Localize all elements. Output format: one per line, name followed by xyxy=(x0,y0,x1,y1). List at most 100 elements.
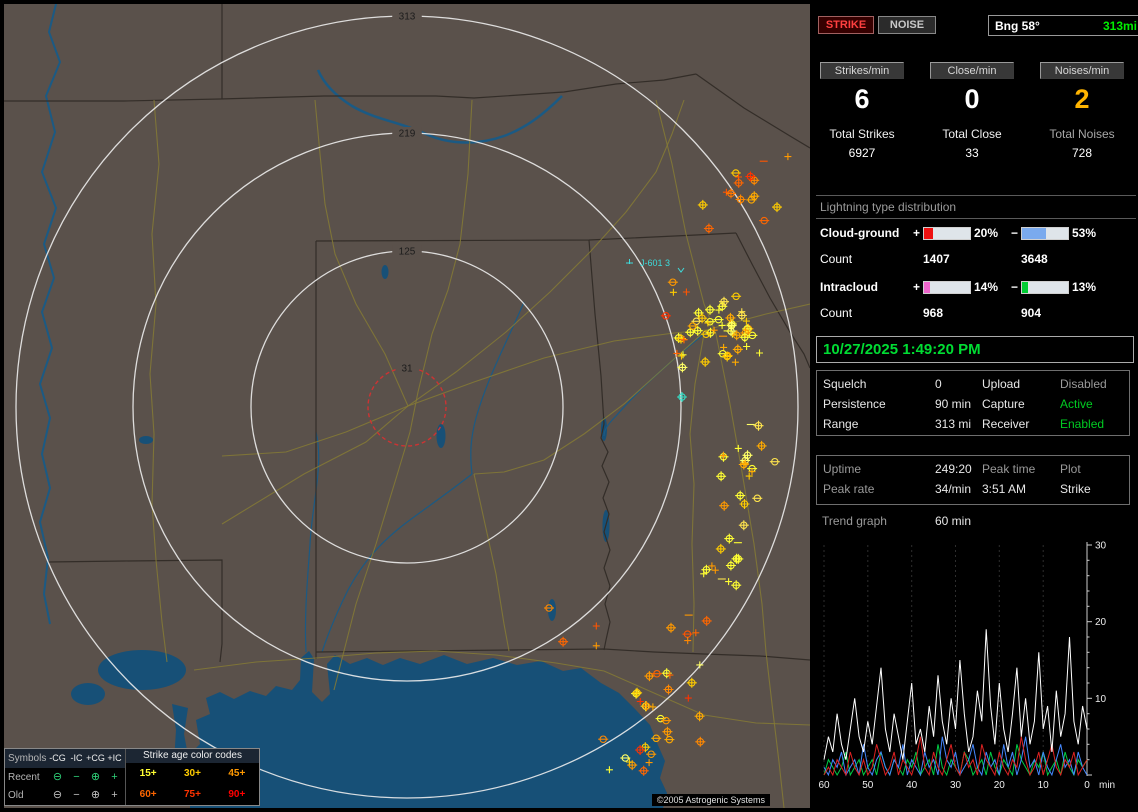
separator xyxy=(816,218,1136,219)
age-code: 15+ xyxy=(139,768,157,779)
positive-count: 1407 xyxy=(923,252,950,266)
stat-cell: 34/min xyxy=(935,482,972,496)
legend-symbol: ⊕ xyxy=(90,770,101,783)
negative-count: 3648 xyxy=(1021,252,1048,266)
copyright: ©2005 Astrogenic Systems xyxy=(651,794,770,806)
control-panel: STRIKE NOISE Bng 58° 313mi Strikes/min 6 T… xyxy=(814,0,1138,812)
water-bodies xyxy=(71,265,667,808)
distribution-type: Cloud-ground xyxy=(820,226,900,240)
legend-row-label: Old xyxy=(8,790,24,802)
svg-text:125: 125 xyxy=(399,247,416,258)
age-code: 90+ xyxy=(228,789,246,800)
app-window: 31 125 219 313 J-601 3 Symbols -CG -IC +CG +IC R… xyxy=(0,0,1138,812)
legend-symbol: ⊖ xyxy=(52,770,63,783)
stats-box: Uptime 249:20 Peak time Plot Peak rate 34/min… xyxy=(816,455,1130,505)
settings-box: Squelch 0 Upload Disabled Persistence 90 min C… xyxy=(816,370,1130,436)
setting-cell: 313 mi xyxy=(935,417,972,431)
svg-text:40: 40 xyxy=(906,780,918,791)
negative-percent: 13% xyxy=(1072,280,1097,294)
positive-percent: 20% xyxy=(974,226,999,240)
rate-column: Close/min 0 Total Close 33 xyxy=(930,62,1014,160)
legend-symbol: − xyxy=(73,789,80,802)
svg-text:313: 313 xyxy=(399,12,416,23)
svg-text:min: min xyxy=(1099,780,1115,791)
stat-cell: 3:51 AM xyxy=(982,482,1027,496)
legend-age-header: Strike age color codes xyxy=(126,749,259,763)
negative-bar xyxy=(1021,281,1069,294)
distribution-title: Lightning type distribution xyxy=(820,200,957,214)
rate-column: Noises/min 2 Total Noises 728 xyxy=(1040,62,1124,160)
stat-cell: 249:20 xyxy=(935,462,972,476)
stat-cell: Uptime xyxy=(823,462,862,476)
negative-percent: 53% xyxy=(1072,226,1097,240)
svg-text:30: 30 xyxy=(1095,541,1107,552)
legend-symbol: + xyxy=(111,770,118,783)
minus-sign: − xyxy=(1011,226,1019,240)
svg-text:J-601 3: J-601 3 xyxy=(640,258,670,268)
legend-symbol-col: -CG xyxy=(49,752,66,763)
age-code: 75+ xyxy=(184,789,201,800)
svg-text:31: 31 xyxy=(401,364,413,375)
age-code: 60+ xyxy=(139,789,157,800)
svg-text:0: 0 xyxy=(1084,780,1090,791)
setting-cell: Active xyxy=(1060,397,1093,411)
positive-percent: 14% xyxy=(974,280,999,294)
legend-symbol: ⊖ xyxy=(52,789,63,802)
count-label: Count xyxy=(820,306,853,320)
setting-cell: Enabled xyxy=(1060,417,1105,431)
svg-text:20: 20 xyxy=(1095,617,1107,628)
rate-column: Strikes/min 6 Total Strikes 6927 xyxy=(820,62,904,160)
svg-text:50: 50 xyxy=(862,780,874,791)
setting-cell: Capture xyxy=(982,397,1025,411)
negative-count: 904 xyxy=(1021,306,1042,320)
svg-text:219: 219 xyxy=(399,129,416,140)
datetime-display: 10/27/2025 1:49:20 PM xyxy=(816,336,1134,363)
age-code: 45+ xyxy=(228,768,246,779)
setting-cell: Range xyxy=(823,417,859,431)
legend-symbols-header: Symbols xyxy=(8,752,47,764)
total-value: 728 xyxy=(1071,146,1093,160)
legend-symbol: + xyxy=(111,789,118,802)
total-value: 33 xyxy=(965,146,979,160)
map-canvas[interactable]: 31 125 219 313 J-601 3 xyxy=(4,4,810,808)
setting-cell: Squelch xyxy=(823,377,867,391)
separator xyxy=(816,195,1136,196)
strike-mode-button[interactable]: STRIKE xyxy=(818,16,874,34)
negative-bar xyxy=(1021,227,1069,240)
map-marker: J-601 3 xyxy=(626,258,685,273)
plus-sign: + xyxy=(913,226,921,240)
svg-text:30: 30 xyxy=(950,780,962,791)
rate-value: 0 xyxy=(964,84,980,114)
distribution-row: Cloud-ground +20% − 53% Count 1407 3648 xyxy=(814,222,1138,276)
rate-header-button[interactable]: Strikes/min xyxy=(820,62,904,79)
lightning-map[interactable]: 31 125 219 313 J-601 3 Symbols -CG -IC +CG +IC R… xyxy=(4,4,810,808)
stat-cell: Peak time xyxy=(982,462,1036,476)
trend-graph: 10 20 30 60 50 40 30 20 10 0 min xyxy=(818,541,1115,792)
stat-cell: Strike xyxy=(1060,482,1091,496)
noise-mode-button[interactable]: NOISE xyxy=(878,16,936,34)
setting-cell: Receiver xyxy=(982,417,1030,431)
total-value: 6927 xyxy=(848,146,876,160)
bearing-label: Bng 58° xyxy=(995,18,1040,33)
positive-bar xyxy=(923,227,971,240)
map-legend: Symbols -CG -IC +CG +IC Recent ⊖ − ⊕ + Old ⊖ − ⊕ + Stri… xyxy=(4,748,260,806)
total-label: Total Noises xyxy=(1049,127,1115,141)
distribution-rows: Cloud-ground +20% −53% Count 1407 3648 Intracl… xyxy=(814,222,1138,330)
setting-cell: Persistence xyxy=(823,397,886,411)
rate-value: 2 xyxy=(1074,84,1090,114)
legend-symbol-col: +CG xyxy=(86,752,105,763)
rate-header-button[interactable]: Noises/min xyxy=(1040,62,1124,79)
svg-text:10: 10 xyxy=(1095,694,1107,705)
rate-header-button[interactable]: Close/min xyxy=(930,62,1014,79)
stat-cell: Plot xyxy=(1060,462,1081,476)
trend-graph-row: Trend graph 60 min xyxy=(822,514,1122,528)
legend-symbol-col: -IC xyxy=(70,752,83,763)
age-code: 30+ xyxy=(184,768,201,779)
total-label: Total Close xyxy=(942,127,1002,141)
rate-columns: Strikes/min 6 Total Strikes 6927 Close/min 0 T… xyxy=(814,62,1138,160)
trend-graph-window: 60 min xyxy=(935,514,972,528)
setting-cell: Upload xyxy=(982,377,1021,391)
legend-symbol: − xyxy=(73,770,80,783)
trend-graph-label: Trend graph xyxy=(822,514,887,528)
plus-sign: + xyxy=(913,280,921,294)
